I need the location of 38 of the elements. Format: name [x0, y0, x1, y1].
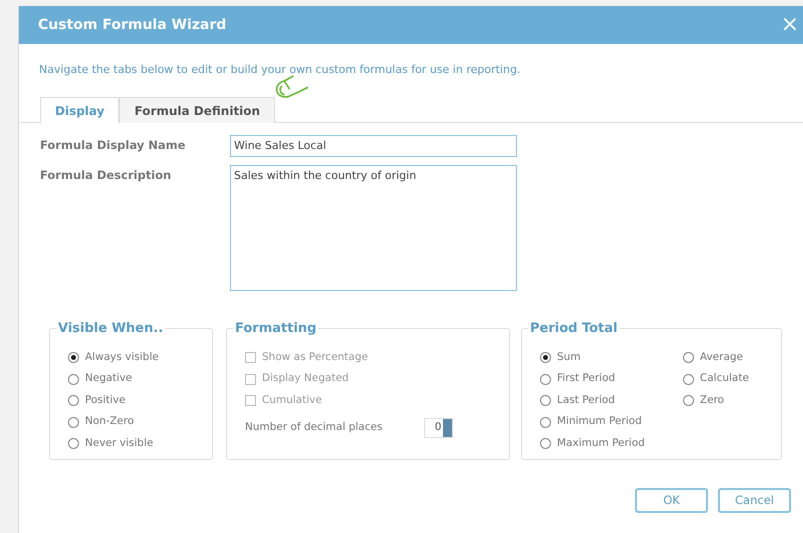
- option-label: Negative: [85, 371, 132, 386]
- radio-button[interactable]: [540, 416, 551, 428]
- option-label: First Period: [557, 371, 616, 386]
- option-label: Maximum Period: [557, 436, 645, 451]
- radio-button[interactable]: [682, 395, 694, 406]
- field-label: Formula Display Name: [40, 136, 186, 154]
- radio-button[interactable]: [540, 395, 551, 406]
- option-label: Sum: [557, 350, 581, 365]
- tab[interactable]: Formula Definition: [119, 96, 276, 122]
- radio-button[interactable]: [68, 438, 79, 450]
- radio-button[interactable]: [68, 395, 79, 406]
- radio-button[interactable]: [540, 352, 551, 364]
- instruction-text: Navigate the tabs below to edit or build your own custom formulas for use in reporting.: [38, 62, 522, 78]
- name-field[interactable]: Wine Sales Local: [230, 134, 517, 157]
- radio-button[interactable]: [682, 352, 694, 364]
- window-title: Custom Formula Wizard: [38, 16, 226, 34]
- option-label: Display Negated: [262, 371, 349, 386]
- number-spinner[interactable]: 0: [424, 418, 454, 438]
- radio-button[interactable]: [682, 374, 694, 385]
- option-label: Zero: [700, 392, 724, 408]
- option-label: Calculate: [700, 371, 749, 386]
- option-label: Average: [700, 350, 744, 365]
- option-label: Minimum Period: [557, 414, 642, 430]
- description-field[interactable]: Sales within the country of origin: [230, 165, 517, 291]
- radio-button[interactable]: [68, 374, 79, 385]
- option-label: Never visible: [85, 436, 154, 451]
- option-label: Cumulative: [262, 392, 322, 408]
- radio-button[interactable]: [540, 438, 551, 450]
- option-label: Always visible: [85, 350, 159, 365]
- radio-button[interactable]: [540, 374, 551, 385]
- option-label: Non-Zero: [85, 414, 134, 430]
- radio-button[interactable]: [68, 416, 79, 428]
- option-label: Show as Percentage: [262, 350, 368, 365]
- option-label: Positive: [85, 392, 126, 408]
- radio-button[interactable]: [68, 352, 79, 364]
- decimal-places-label: Number of decimal places: [245, 420, 382, 436]
- field-label: Formula Description: [40, 167, 172, 184]
- option-label: Last Period: [557, 392, 615, 408]
